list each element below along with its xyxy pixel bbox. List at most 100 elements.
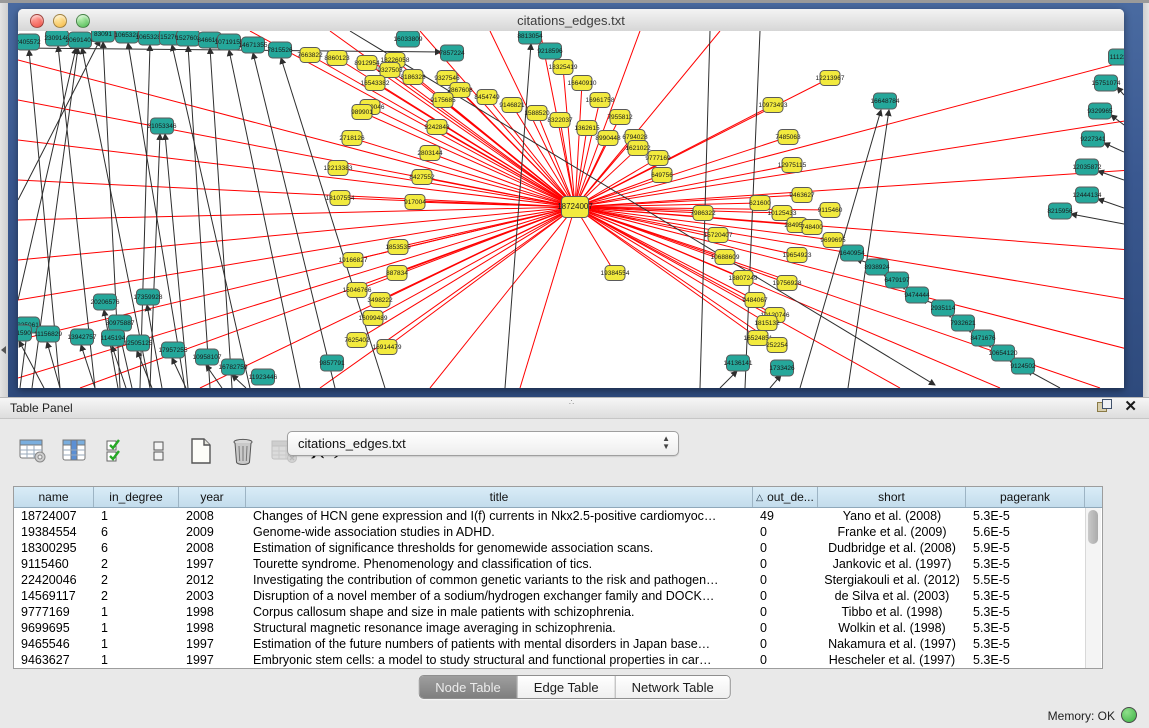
network-node-teal[interactable]: 12035872	[1073, 159, 1102, 175]
row-height-button[interactable]	[144, 436, 174, 466]
network-node-yellow[interactable]: 7986322	[690, 206, 716, 221]
column-header-year[interactable]: year	[179, 487, 246, 507]
network-node-teal[interactable]: 15751074	[1092, 75, 1121, 91]
network-node-yellow[interactable]: 8912954	[354, 56, 380, 71]
column-header-pagerank[interactable]: pagerank	[966, 487, 1085, 507]
network-node-yellow[interactable]: 7625402	[344, 333, 370, 348]
network-node-yellow[interactable]: 9115460	[818, 203, 843, 218]
network-node-teal[interactable]: 30975887	[106, 315, 135, 331]
network-node-yellow[interactable]: 8186328	[400, 70, 426, 85]
network-node-yellow[interactable]: 19654923	[783, 248, 812, 263]
citation-edge-black[interactable]	[770, 375, 781, 388]
citation-edge-red[interactable]	[18, 207, 575, 340]
network-node-teal[interactable]: 9124502	[1010, 358, 1036, 374]
table-row[interactable]: 946554611997Estimation of the future num…	[14, 636, 1102, 652]
network-node-yellow[interactable]: 18325419	[549, 60, 578, 75]
memory-status-indicator[interactable]	[1121, 707, 1137, 723]
network-node-teal[interactable]: 9329965	[1087, 103, 1113, 119]
network-node-yellow[interactable]: 989901	[351, 105, 373, 120]
column-header-outde[interactable]: △out_de...	[753, 487, 818, 507]
network-node-yellow[interactable]: 8990448	[595, 131, 621, 146]
network-node-teal[interactable]: 8215956	[1047, 203, 1073, 219]
citation-edge-black[interactable]	[18, 48, 76, 300]
citation-edge-black[interactable]	[1098, 199, 1124, 208]
delete-table-button[interactable]	[228, 436, 258, 466]
citation-edge-red[interactable]	[18, 207, 575, 220]
network-node-yellow[interactable]: 9242848	[424, 120, 450, 135]
citation-edge-black[interactable]	[1098, 171, 1124, 180]
network-node-teal[interactable]: 20206576	[91, 294, 120, 310]
network-node-teal[interactable]: 16648784	[871, 93, 900, 109]
citation-edge-red[interactable]	[18, 140, 575, 207]
citation-edge-red[interactable]	[575, 100, 600, 207]
network-node-teal[interactable]: 83091	[92, 31, 115, 42]
tab-node-table[interactable]: Node Table	[419, 676, 518, 698]
close-window-icon[interactable]	[30, 14, 44, 28]
network-node-teal[interactable]: 9474444	[904, 287, 930, 303]
network-node-yellow[interactable]: 8860123	[324, 51, 350, 66]
network-node-yellow[interactable]: 621600	[749, 196, 771, 211]
network-node-yellow[interactable]: 8427552	[409, 170, 435, 185]
network-node-yellow[interactable]: 1588520	[524, 106, 550, 121]
network-node-teal[interactable]: 9857791	[319, 355, 345, 371]
network-canvas[interactable]: 2405572230914020691406830911065321106532…	[18, 31, 1124, 388]
citation-edge-black[interactable]	[172, 358, 186, 388]
tab-network-table[interactable]: Network Table	[616, 676, 730, 698]
network-node-teal[interactable]: 8938924	[864, 259, 890, 275]
network-node-yellow[interactable]: 2718126	[339, 131, 365, 146]
select-columns-button[interactable]	[102, 436, 132, 466]
network-node-yellow[interactable]: 7485063	[775, 130, 801, 145]
network-node-yellow[interactable]: 7955812	[607, 110, 633, 125]
citation-edge-black[interactable]	[232, 375, 246, 388]
network-node-teal[interactable]: 1733426	[769, 360, 795, 376]
network-node-yellow[interactable]: 16914479	[373, 340, 402, 355]
network-node-teal[interactable]: 13942757	[68, 329, 97, 345]
citation-edge-black[interactable]	[1071, 214, 1124, 224]
citation-edge-red[interactable]	[575, 83, 582, 207]
network-node-yellow[interactable]: 16640910	[568, 76, 597, 91]
network-node-teal[interactable]: 8471676	[970, 330, 996, 346]
network-node-yellow[interactable]: 1853535	[385, 240, 411, 255]
column-header-short[interactable]: short	[818, 487, 966, 507]
network-node-teal[interactable]: 20691406	[66, 32, 95, 48]
citation-network-graph[interactable]: 2405572230914020691406830911065321106532…	[18, 31, 1124, 388]
network-node-yellow[interactable]: 18107554	[326, 191, 355, 206]
table-row[interactable]: 1872400712008Changes of HCN gene express…	[14, 508, 1102, 524]
network-node-yellow[interactable]: 1815132	[754, 316, 780, 331]
network-node-teal[interactable]: 14136141	[724, 355, 753, 371]
citation-edge-black[interactable]	[188, 46, 210, 388]
network-node-teal[interactable]: 12505125	[124, 335, 153, 351]
network-node-yellow[interactable]: 9777169	[645, 151, 671, 166]
network-node-yellow[interactable]: 19756928	[773, 276, 802, 291]
splitpane-left-grip[interactable]	[0, 3, 8, 397]
citation-edge-red[interactable]	[520, 207, 575, 388]
network-node-yellow[interactable]: 1621022	[625, 141, 651, 156]
table-row[interactable]: 946362711997Embryonic stem cells: a mode…	[14, 652, 1102, 668]
citation-edge-red[interactable]	[18, 207, 575, 260]
citation-edge-red[interactable]	[437, 127, 575, 207]
network-node-yellow[interactable]: 9484067	[742, 293, 768, 308]
network-node-yellow[interactable]: 8322037	[547, 113, 573, 128]
network-node-yellow[interactable]: 10973493	[759, 98, 788, 113]
show-columns-button[interactable]	[60, 436, 90, 466]
network-node-teal[interactable]: 2935114	[931, 300, 956, 316]
network-node-yellow[interactable]: 1362615	[574, 121, 600, 136]
citation-edge-black[interactable]	[1111, 115, 1124, 125]
table-row[interactable]: 969969511998Structural magnetic resonanc…	[14, 620, 1102, 636]
network-node-teal[interactable]: 11923446	[249, 369, 278, 385]
network-node-teal[interactable]: 111230	[1109, 49, 1125, 65]
network-node-yellow[interactable]: 19166827	[339, 253, 368, 268]
citation-edge-black[interactable]	[137, 351, 152, 388]
citation-edge-black[interactable]	[505, 44, 531, 388]
network-node-teal[interactable]: 1640954	[839, 245, 865, 261]
citation-edge-black[interactable]	[1117, 87, 1124, 95]
network-node-teal[interactable]: 9218596	[537, 43, 563, 59]
column-header-title[interactable]: title	[246, 487, 753, 507]
scrollbar-thumb[interactable]	[1088, 510, 1098, 544]
float-panel-icon[interactable]	[1097, 399, 1112, 414]
zoom-window-icon[interactable]	[76, 14, 90, 28]
network-node-teal[interactable]: 11156829	[34, 326, 62, 342]
network-window-titlebar[interactable]: citations_edges.txt	[18, 9, 1124, 32]
citation-edge-black[interactable]	[720, 371, 737, 388]
column-header-indegree[interactable]: in_degree	[94, 487, 179, 507]
